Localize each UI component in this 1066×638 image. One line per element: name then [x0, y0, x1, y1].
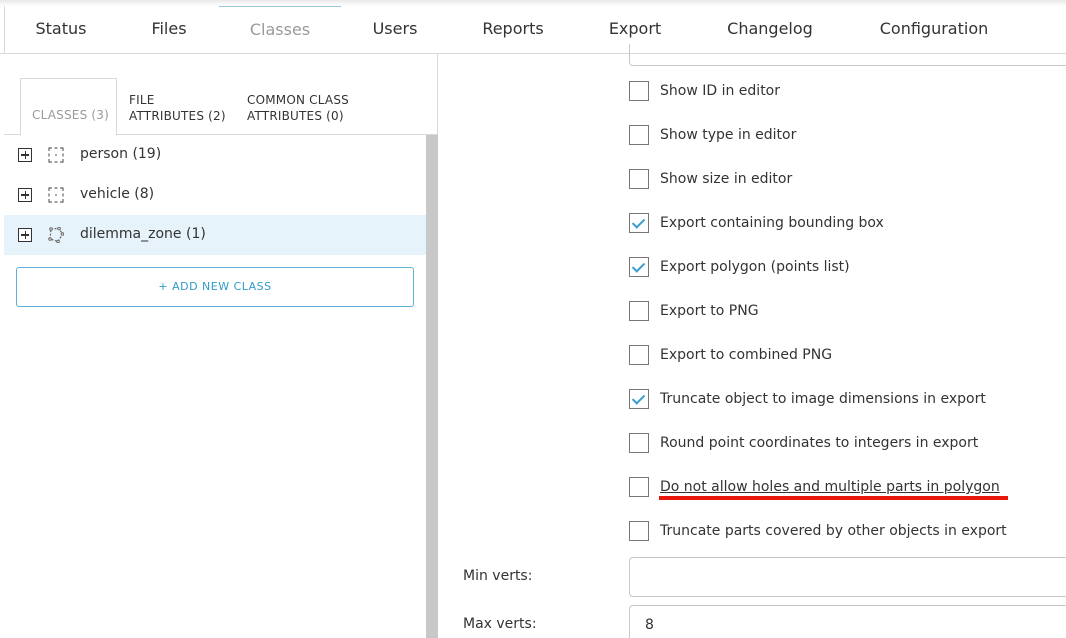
option-label: Round point coordinates to integers in e… [660, 435, 979, 451]
expand-icon[interactable] [18, 228, 32, 242]
checkbox-checked[interactable] [629, 257, 649, 277]
checkmark-icon [631, 259, 646, 273]
expand-icon[interactable] [18, 188, 32, 202]
checkbox[interactable] [629, 345, 649, 365]
option-label: Do not allow holes and multiple parts in… [660, 479, 1000, 495]
class-row-dilemma-zone[interactable]: dilemma_zone (1) [4, 215, 426, 255]
checkbox[interactable] [629, 169, 649, 189]
option-label: Export polygon (points list) [660, 259, 850, 275]
checkbox[interactable] [629, 125, 649, 145]
option-label: Export containing bounding box [660, 215, 884, 231]
bounding-box-icon [48, 147, 64, 163]
subtab-file-attributes-line2: ATTRIBUTES (2) [129, 109, 226, 123]
tab-reports[interactable]: Reports [466, 6, 560, 54]
subtab-common-class-attributes[interactable]: COMMON CLASS ATTRIBUTES (0) [247, 92, 349, 124]
polygon-icon [48, 227, 64, 243]
class-label: person (19) [80, 146, 162, 162]
tab-users[interactable]: Users [358, 6, 432, 54]
checkbox-checked[interactable] [629, 213, 649, 233]
add-new-class-button[interactable]: + ADD NEW CLASS [16, 267, 414, 307]
class-label: vehicle (8) [80, 186, 155, 202]
subtab-classes-label: CLASSES (3) [32, 108, 109, 122]
checkmark-icon [631, 391, 646, 405]
class-row-person[interactable]: person (19) [4, 135, 426, 175]
class-label: dilemma_zone (1) [80, 226, 206, 242]
checkbox[interactable] [629, 81, 649, 101]
class-row-vehicle[interactable]: vehicle (8) [4, 175, 426, 215]
subtab-common-line2: ATTRIBUTES (0) [247, 109, 344, 123]
previous-field-bottom [629, 44, 1066, 66]
subtab-classes[interactable]: CLASSES (3) [20, 78, 117, 136]
sub-tab-bar: CLASSES (3) FILE ATTRIBUTES (2) COMMON C… [4, 54, 438, 136]
option-label: Export to PNG [660, 303, 759, 319]
red-highlight-underline [659, 496, 1008, 500]
option-label: Show ID in editor [660, 83, 780, 99]
subtab-file-attributes[interactable]: FILE ATTRIBUTES (2) [129, 92, 226, 124]
tab-classes[interactable]: Classes [219, 6, 341, 54]
subtab-file-attributes-line1: FILE [129, 93, 155, 107]
checkbox[interactable] [629, 301, 649, 321]
max-verts-label: Max verts: [463, 616, 537, 632]
option-label: Show type in editor [660, 127, 797, 143]
checkbox-checked[interactable] [629, 389, 649, 409]
tab-files[interactable]: Files [136, 6, 202, 54]
max-verts-input[interactable] [629, 605, 1066, 638]
expand-icon[interactable] [18, 148, 32, 162]
left-scrollbar[interactable] [426, 135, 438, 638]
checkbox[interactable] [629, 433, 649, 453]
classes-panel: CLASSES (3) FILE ATTRIBUTES (2) COMMON C… [4, 54, 438, 638]
option-label: Export to combined PNG [660, 347, 833, 363]
subtab-common-line1: COMMON CLASS [247, 93, 349, 107]
option-label: Show size in editor [660, 171, 793, 187]
min-verts-input[interactable] [629, 557, 1066, 597]
bounding-box-icon [48, 187, 64, 203]
option-label: Truncate object to image dimensions in e… [660, 391, 986, 407]
checkmark-icon [631, 215, 646, 229]
checkbox[interactable] [629, 477, 649, 497]
checkbox[interactable] [629, 521, 649, 541]
min-verts-label: Min verts: [463, 568, 533, 584]
left-border [4, 6, 5, 54]
tab-status[interactable]: Status [20, 6, 102, 54]
option-label: Truncate parts covered by other objects … [660, 523, 1007, 539]
